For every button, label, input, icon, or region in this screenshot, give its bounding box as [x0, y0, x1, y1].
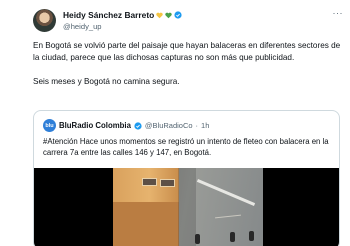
quoted-tweet-text: #Atención Hace unos momentos se registró… — [43, 137, 329, 157]
building-lower-image — [113, 202, 179, 246]
author-name-row: Heidy Sánchez Barreto — [63, 10, 182, 20]
quoted-author-avatar[interactable]: blu — [43, 119, 56, 132]
author-handle[interactable]: @heidy_up — [63, 22, 102, 31]
verified-badge-icon — [174, 11, 182, 19]
green-heart-icon — [165, 12, 172, 18]
more-options-icon[interactable]: ··· — [333, 8, 344, 18]
tweet-paragraph: En Bogotá se volvió parte del paisaje qu… — [33, 41, 341, 63]
quoted-author-handle[interactable]: @BluRadioCo — [145, 121, 193, 130]
motorcycle-image — [249, 231, 254, 241]
quoted-tweet-header: blu BluRadio Colombia @BluRadioCo · 1h — [43, 119, 209, 132]
video-frame — [113, 168, 263, 246]
quoted-separator: · — [195, 121, 199, 130]
quoted-author-name[interactable]: BluRadio Colombia — [59, 121, 131, 130]
author-name[interactable]: Heidy Sánchez Barreto — [63, 10, 154, 20]
quoted-verified-badge-icon — [134, 121, 142, 130]
tweet-text: En Bogotá se volvió parte del paisaje qu… — [33, 40, 343, 89]
quoted-tweet-card[interactable]: blu BluRadio Colombia @BluRadioCo · 1h #… — [33, 110, 340, 246]
quoted-time[interactable]: 1h — [201, 121, 209, 130]
motorcycle-image — [195, 234, 200, 244]
motorcycle-image — [230, 232, 235, 242]
shadow-image — [178, 168, 196, 246]
building-window — [142, 178, 157, 186]
building-window — [160, 179, 175, 187]
author-avatar[interactable] — [33, 9, 56, 32]
tweet-paragraph: Seis meses y Bogotá no camina segura. — [33, 77, 180, 87]
tweet-header: Heidy Sánchez Barreto @heidy_up ··· — [33, 6, 343, 38]
quoted-video[interactable] — [34, 168, 339, 246]
yellow-heart-icon — [156, 12, 163, 18]
